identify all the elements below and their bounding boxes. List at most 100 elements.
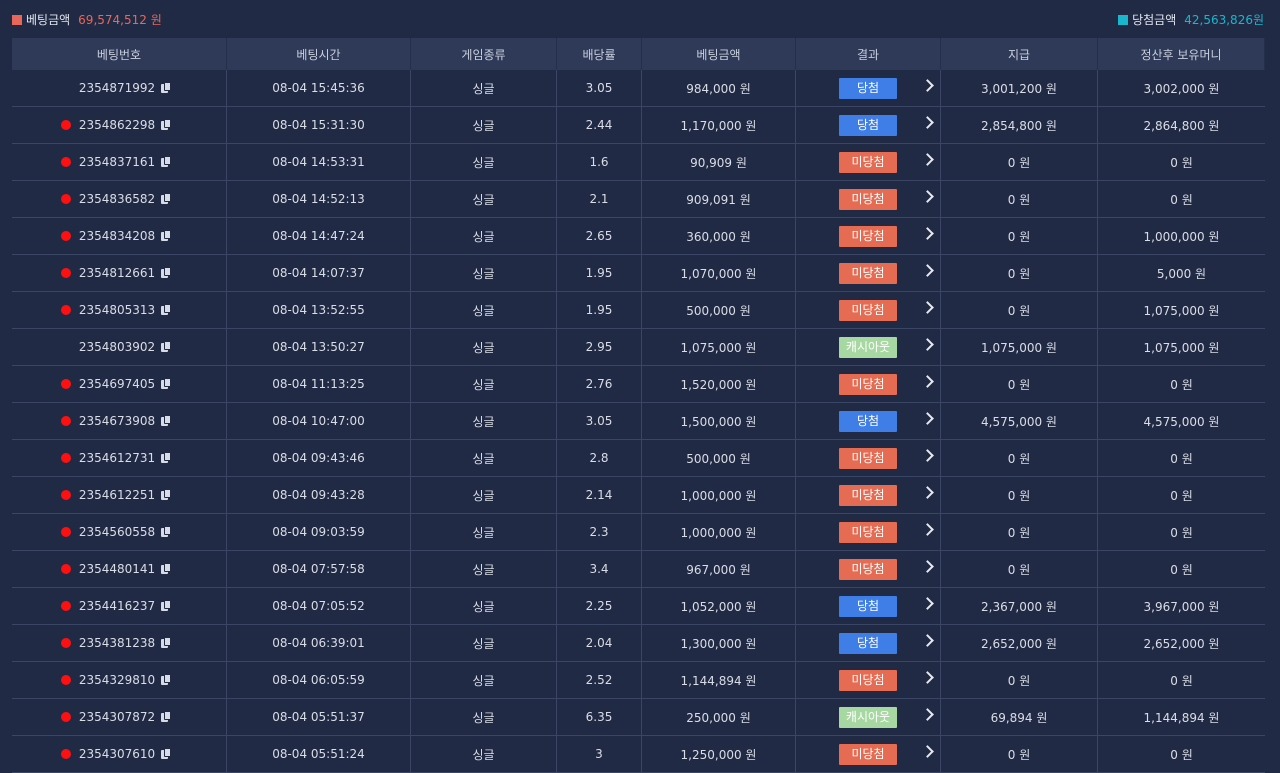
table-row[interactable]: 2354805313 08-04 13:52:55 싱글 1.95 500,000 원 미… (12, 292, 1265, 329)
chevron-right-icon[interactable] (921, 597, 934, 610)
table-row[interactable]: 2354416237 08-04 07:05:52 싱글 2.25 1,052,000 … (12, 588, 1265, 625)
bet-time: 08-04 07:57:58 (227, 551, 411, 587)
bet-number: 2354612251 (78, 488, 156, 502)
chevron-right-icon[interactable] (921, 301, 934, 314)
table-row[interactable]: 2354862298 08-04 15:31:30 싱글 2.44 1,170,000 … (12, 107, 1265, 144)
table-row[interactable]: 2354836582 08-04 14:52:13 싱글 2.1 909,091 원 미당… (12, 181, 1265, 218)
copy-icon[interactable] (161, 415, 172, 427)
copy-icon[interactable] (161, 489, 172, 501)
table-row[interactable]: 2354871992 08-04 15:45:36 싱글 3.05 984,000 원 당… (12, 70, 1265, 107)
odds: 2.76 (557, 366, 642, 402)
header-balance: 정산후 보유머니 (1098, 38, 1265, 70)
copy-icon[interactable] (161, 637, 172, 649)
odds: 3.4 (557, 551, 642, 587)
chevron-right-icon[interactable] (921, 708, 934, 721)
bet-number-cell: 2354837161 (12, 144, 227, 180)
balance-after: 2,864,800 원 (1143, 118, 1220, 133)
odds: 6.35 (557, 699, 642, 735)
payout: 2,367,000 원 (941, 588, 1098, 624)
table-row[interactable]: 2354329810 08-04 06:05:59 싱글 2.52 1,144,894 … (12, 662, 1265, 699)
bet-time: 08-04 06:39:01 (227, 625, 411, 661)
table-row[interactable]: 2354612731 08-04 09:43:46 싱글 2.8 500,000 원 미당… (12, 440, 1265, 477)
odds: 2.25 (557, 588, 642, 624)
copy-icon[interactable] (161, 711, 172, 723)
bet-number-cell: 2354836582 (12, 181, 227, 217)
bet-number: 2354697405 (78, 377, 156, 391)
chevron-right-icon[interactable] (921, 523, 934, 536)
copy-icon[interactable] (161, 600, 172, 612)
bet-number-cell: 2354673908 (12, 403, 227, 439)
table-row[interactable]: 2354803902 08-04 13:50:27 싱글 2.95 1,075,000 … (12, 329, 1265, 366)
table-row[interactable]: 2354837161 08-04 14:53:31 싱글 1.6 90,909 원 미당첨… (12, 144, 1265, 181)
chevron-right-icon[interactable] (921, 634, 934, 647)
game-type: 싱글 (411, 181, 557, 217)
payout: 0 원 (941, 514, 1098, 550)
chevron-right-icon[interactable] (921, 671, 934, 684)
copy-icon[interactable] (161, 341, 172, 353)
bet-time: 08-04 14:52:13 (227, 181, 411, 217)
game-type: 싱글 (411, 662, 557, 698)
chevron-right-icon[interactable] (921, 116, 934, 129)
chevron-right-icon[interactable] (921, 449, 934, 462)
bet-amount: 1,144,894 원 (642, 662, 796, 698)
table-row[interactable]: 2354307872 08-04 05:51:37 싱글 6.35 250,000 원 캐… (12, 699, 1265, 736)
copy-icon[interactable] (161, 119, 172, 131)
table-row[interactable]: 2354560558 08-04 09:03:59 싱글 2.3 1,000,000 원… (12, 514, 1265, 551)
table-row[interactable]: 2354812661 08-04 14:07:37 싱글 1.95 1,070,000 … (12, 255, 1265, 292)
chevron-right-icon[interactable] (921, 264, 934, 277)
table-row[interactable]: 2354480141 08-04 07:57:58 싱글 3.4 967,000 원 미당… (12, 551, 1265, 588)
chevron-right-icon[interactable] (921, 486, 934, 499)
bet-amount: 90,909 원 (642, 144, 796, 180)
chevron-right-icon[interactable] (921, 412, 934, 425)
odds: 1.95 (557, 255, 642, 291)
copy-icon[interactable] (161, 82, 172, 94)
bet-number: 2354673908 (78, 414, 156, 428)
table-row[interactable]: 2354697405 08-04 11:13:25 싱글 2.76 1,520,000 … (12, 366, 1265, 403)
copy-icon[interactable] (161, 156, 172, 168)
table-row[interactable]: 2354307610 08-04 05:51:24 싱글 3 1,250,000 원 미당… (12, 736, 1265, 773)
bet-number-cell: 2354381238 (12, 625, 227, 661)
table-row[interactable]: 2354673908 08-04 10:47:00 싱글 3.05 1,500,000 … (12, 403, 1265, 440)
copy-icon[interactable] (161, 748, 172, 760)
result-badge: 미당첨 (839, 521, 897, 543)
table-row[interactable]: 2354612251 08-04 09:43:28 싱글 2.14 1,000,000 … (12, 477, 1265, 514)
result-cell: 미당첨 (796, 144, 941, 180)
copy-icon[interactable] (161, 267, 172, 279)
chevron-right-icon[interactable] (921, 79, 934, 92)
bet-number-cell: 2354612251 (12, 477, 227, 513)
chevron-right-icon[interactable] (921, 375, 934, 388)
game-type: 싱글 (411, 292, 557, 328)
payout: 0 원 (941, 440, 1098, 476)
bet-amount: 967,000 원 (642, 551, 796, 587)
payout: 0 원 (941, 144, 1098, 180)
result-badge: 당첨 (839, 632, 897, 654)
game-type: 싱글 (411, 218, 557, 254)
bet-history-table: 베팅번호 베팅시간 게임종류 배당률 베팅금액 결과 지급 정산후 보유머니 2… (12, 38, 1265, 773)
copy-icon[interactable] (161, 193, 172, 205)
bet-time: 08-04 15:45:36 (227, 70, 411, 106)
copy-icon[interactable] (161, 230, 172, 242)
bet-number-cell: 2354307872 (12, 699, 227, 735)
table-row[interactable]: 2354381238 08-04 06:39:01 싱글 2.04 1,300,000 … (12, 625, 1265, 662)
payout: 3,001,200 원 (941, 70, 1098, 106)
odds: 2.44 (557, 107, 642, 143)
copy-icon[interactable] (161, 378, 172, 390)
chevron-right-icon[interactable] (921, 560, 934, 573)
red-dot-indicator (61, 268, 71, 278)
chevron-right-icon[interactable] (921, 338, 934, 351)
table-header: 베팅번호 베팅시간 게임종류 배당률 베팅금액 결과 지급 정산후 보유머니 (12, 38, 1265, 70)
copy-icon[interactable] (161, 452, 172, 464)
chevron-right-icon[interactable] (921, 227, 934, 240)
copy-icon[interactable] (161, 563, 172, 575)
copy-icon[interactable] (161, 526, 172, 538)
copy-icon[interactable] (161, 674, 172, 686)
chevron-right-icon[interactable] (921, 190, 934, 203)
table-row[interactable]: 2354834208 08-04 14:47:24 싱글 2.65 360,000 원 미… (12, 218, 1265, 255)
balance-after: 0 원 (1170, 673, 1193, 688)
result-badge: 미당첨 (839, 669, 897, 691)
result-cell: 미당첨 (796, 181, 941, 217)
copy-icon[interactable] (161, 304, 172, 316)
result-cell: 당첨 (796, 588, 941, 624)
bet-time: 08-04 09:43:28 (227, 477, 411, 513)
chevron-right-icon[interactable] (921, 153, 934, 166)
